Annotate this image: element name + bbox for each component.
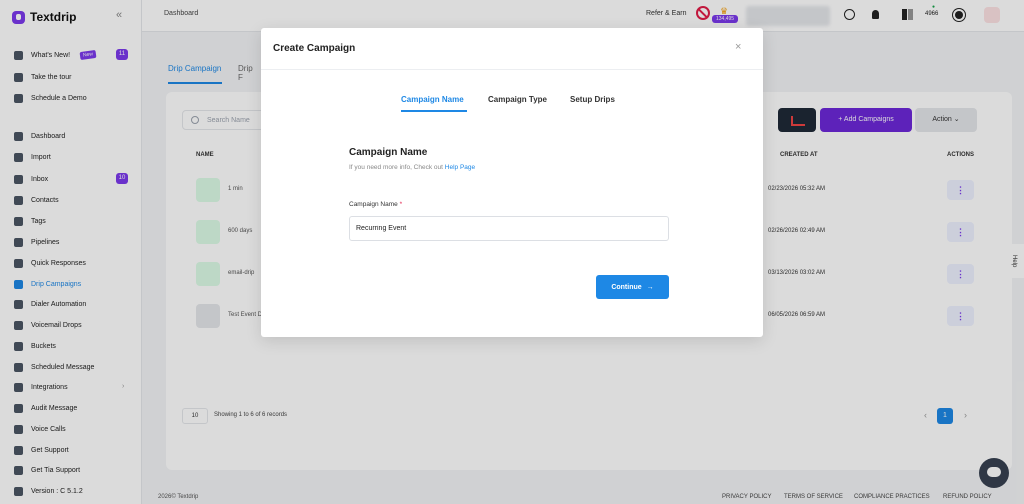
modal-title: Create Campaign [273,43,356,54]
close-icon[interactable]: × [735,41,741,53]
active-tab-underline [401,110,467,112]
tab-campaign-type[interactable]: Campaign Type [488,95,547,104]
required-mark: * [399,201,403,208]
tab-campaign-name[interactable]: Campaign Name [401,95,464,104]
campaign-name-input[interactable] [349,216,669,241]
help-page-link[interactable]: Help Page [445,164,475,171]
continue-label: Continue [611,283,642,291]
field-label-text: Campaign Name [349,201,398,208]
arrow-right-icon: → [646,283,654,291]
campaign-name-label: Campaign Name * [349,201,402,208]
create-campaign-modal: Create Campaign × Campaign Name Campaign… [261,28,763,337]
tab-setup-drips[interactable]: Setup Drips [570,95,615,104]
section-hint: If you need more info, Check out Help Pa… [349,164,475,171]
modal-header: Create Campaign × [261,28,763,70]
hint-text: If you need more info, Check out [349,164,443,171]
continue-button[interactable]: Continue → [596,275,669,299]
section-title: Campaign Name [349,147,428,158]
